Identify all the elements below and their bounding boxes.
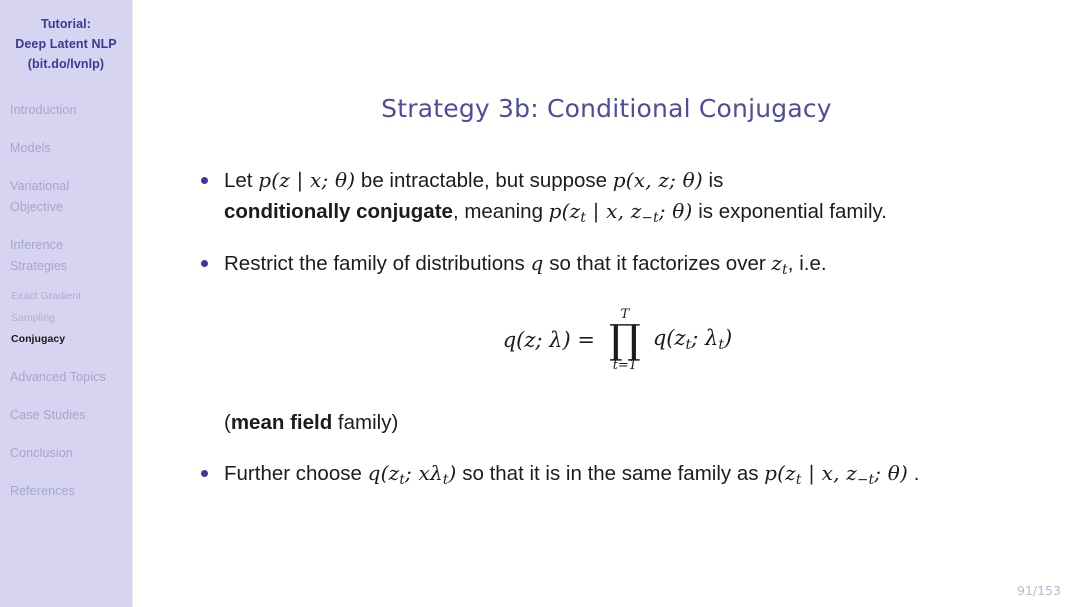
math-part: ; xλ <box>405 460 443 485</box>
sidebar-subitem-group: Exact Gradient Sampling Conjugacy <box>0 286 132 351</box>
math-z-t: zt <box>771 250 787 278</box>
math-subscript: −t <box>641 209 659 226</box>
product-symbol-icon: ∏ <box>608 316 641 363</box>
text-fragment: . <box>908 461 920 485</box>
sidebar-item-label: Introduction <box>10 103 77 117</box>
text-fragment: ( <box>224 410 231 434</box>
page-number: 91/153 <box>1017 583 1061 598</box>
sidebar-subitem-exact-gradient[interactable]: Exact Gradient <box>0 286 132 308</box>
sidebar-title-line-3: (bit.do/lvnlp) <box>27 57 105 71</box>
math-p-z-given-x-theta: p(z | x; θ) <box>258 168 356 192</box>
equation-inner: q(z; λ) = T ∏ t=1 q(zt; λt) <box>503 308 733 372</box>
emphasis-mean-field: mean field <box>230 410 333 434</box>
sidebar-title-line-2: Deep Latent NLP <box>15 37 117 51</box>
math-subscript: −t <box>856 471 875 488</box>
text-fragment: Restrict the family of distributions <box>224 251 531 275</box>
text-fragment: Let <box>224 169 259 192</box>
sidebar-subitem-conjugacy[interactable]: Conjugacy <box>0 329 132 351</box>
bullet-dot-icon <box>201 259 208 267</box>
sidebar-title-line-1: Tutorial: <box>41 17 91 31</box>
math-part: p(z <box>764 460 796 485</box>
math-part: z <box>771 250 783 275</box>
list-item: Let p(z | x; θ) be intractable, but supp… <box>195 165 1040 234</box>
equation-right-hand-side: q(zt; λt) <box>647 326 732 353</box>
text-fragment: , meaning <box>452 200 549 223</box>
text-fragment: so that it factorizes over <box>543 251 772 275</box>
equation-left-hand-side: q(z; λ) = <box>502 327 595 352</box>
bullet-dot-icon <box>201 177 208 184</box>
bullet-3-text: Further choose q(zt; xλt) so that it is … <box>224 458 1040 496</box>
display-equation: q(z; λ) = T ∏ t=1 q(zt; λt) <box>195 308 1040 392</box>
product-operator: T ∏ t=1 <box>609 308 641 372</box>
sidebar-item-variational-objective[interactable]: Variational Objective <box>0 176 132 218</box>
slide-body: Let p(z | x; θ) be intractable, but supp… <box>133 165 1080 495</box>
sidebar-item-label: Case Studies <box>10 407 86 422</box>
math-part: ; λ <box>691 326 719 351</box>
text-fragment: family) <box>332 410 399 434</box>
sidebar-item-label: Models <box>10 141 51 155</box>
sidebar-item-references[interactable]: References <box>0 481 132 502</box>
text-fragment: so that it is in the same family as <box>456 461 765 485</box>
sidebar-subitem-sampling[interactable]: Sampling <box>0 308 132 330</box>
sidebar-item-introduction[interactable]: Introduction <box>0 100 132 121</box>
emphasis-conditionally-conjugate: conditionally conjugate <box>224 200 453 223</box>
bullet-2-text: Restrict the family of distributions q s… <box>224 248 1040 286</box>
math-part: ; θ) <box>658 199 693 223</box>
math-part: ) <box>724 326 733 351</box>
bullet-dot-icon <box>201 469 208 477</box>
bullet-1-text: Let p(z | x; θ) be intractable, but supp… <box>224 165 1040 234</box>
text-fragment: be intractable, but suppose <box>355 169 613 192</box>
math-q: q <box>530 250 544 275</box>
math-part: q(z <box>367 460 400 485</box>
mean-field-label: (mean field family) <box>195 408 1040 438</box>
text-fragment: is exponential family. <box>692 200 887 223</box>
list-item: Restrict the family of distributions q s… <box>195 248 1040 286</box>
sidebar-item-case-studies[interactable]: Case Studies <box>0 405 132 426</box>
math-part: ) <box>448 460 457 485</box>
sidebar-item-label-cont: Objective <box>10 200 64 214</box>
sidebar-navigation: Tutorial: Deep Latent NLP (bit.do/lvnlp)… <box>0 0 133 607</box>
sidebar-item-label: Conclusion <box>10 445 73 460</box>
math-part: | x, z <box>801 460 857 485</box>
sidebar-item-conclusion[interactable]: Conclusion <box>0 443 132 464</box>
sidebar-item-models[interactable]: Models <box>0 138 132 159</box>
sidebar-item-label: Variational <box>10 179 70 193</box>
page-title: Strategy 3b: Conditional Conjugacy <box>381 94 832 123</box>
math-part: p(z <box>548 199 581 223</box>
sidebar-nav-list: Introduction Models Variational Objectiv… <box>0 100 132 502</box>
sidebar-title: Tutorial: Deep Latent NLP (bit.do/lvnlp) <box>0 0 132 74</box>
text-fragment: Further choose <box>224 461 368 485</box>
text-fragment: , i.e. <box>787 251 827 275</box>
sidebar-item-advanced-topics[interactable]: Advanced Topics <box>0 367 132 388</box>
math-q-zt-xlambdat: q(zt; xλt) <box>367 460 457 488</box>
math-p-zt-given-x-zmt-theta-2: p(zt | x, z−t; θ) <box>764 460 908 488</box>
slide-content: Strategy 3b: Conditional Conjugacy Let p… <box>133 0 1080 607</box>
sidebar-item-label: References <box>10 483 75 498</box>
product-lower-limit: t=1 <box>612 357 638 373</box>
text-fragment: is <box>702 169 724 192</box>
math-p-zt-given-x-zmt-theta: p(zt | x, z−t; θ) <box>548 199 693 226</box>
math-part: ; θ) <box>874 460 908 485</box>
math-part: q(z <box>652 326 686 351</box>
presentation-slide: Tutorial: Deep Latent NLP (bit.do/lvnlp)… <box>0 0 1080 607</box>
math-part: | x, z <box>586 199 642 223</box>
math-p-x-z-theta: p(x, z; θ) <box>612 168 703 192</box>
sidebar-item-label: Advanced Topics <box>10 369 106 384</box>
sidebar-item-label-cont: Strategies <box>10 259 68 273</box>
list-item: Further choose q(zt; xλt) so that it is … <box>195 458 1040 496</box>
sidebar-item-label: Inference <box>10 238 64 252</box>
sidebar-item-inference-strategies[interactable]: Inference Strategies <box>0 235 132 277</box>
